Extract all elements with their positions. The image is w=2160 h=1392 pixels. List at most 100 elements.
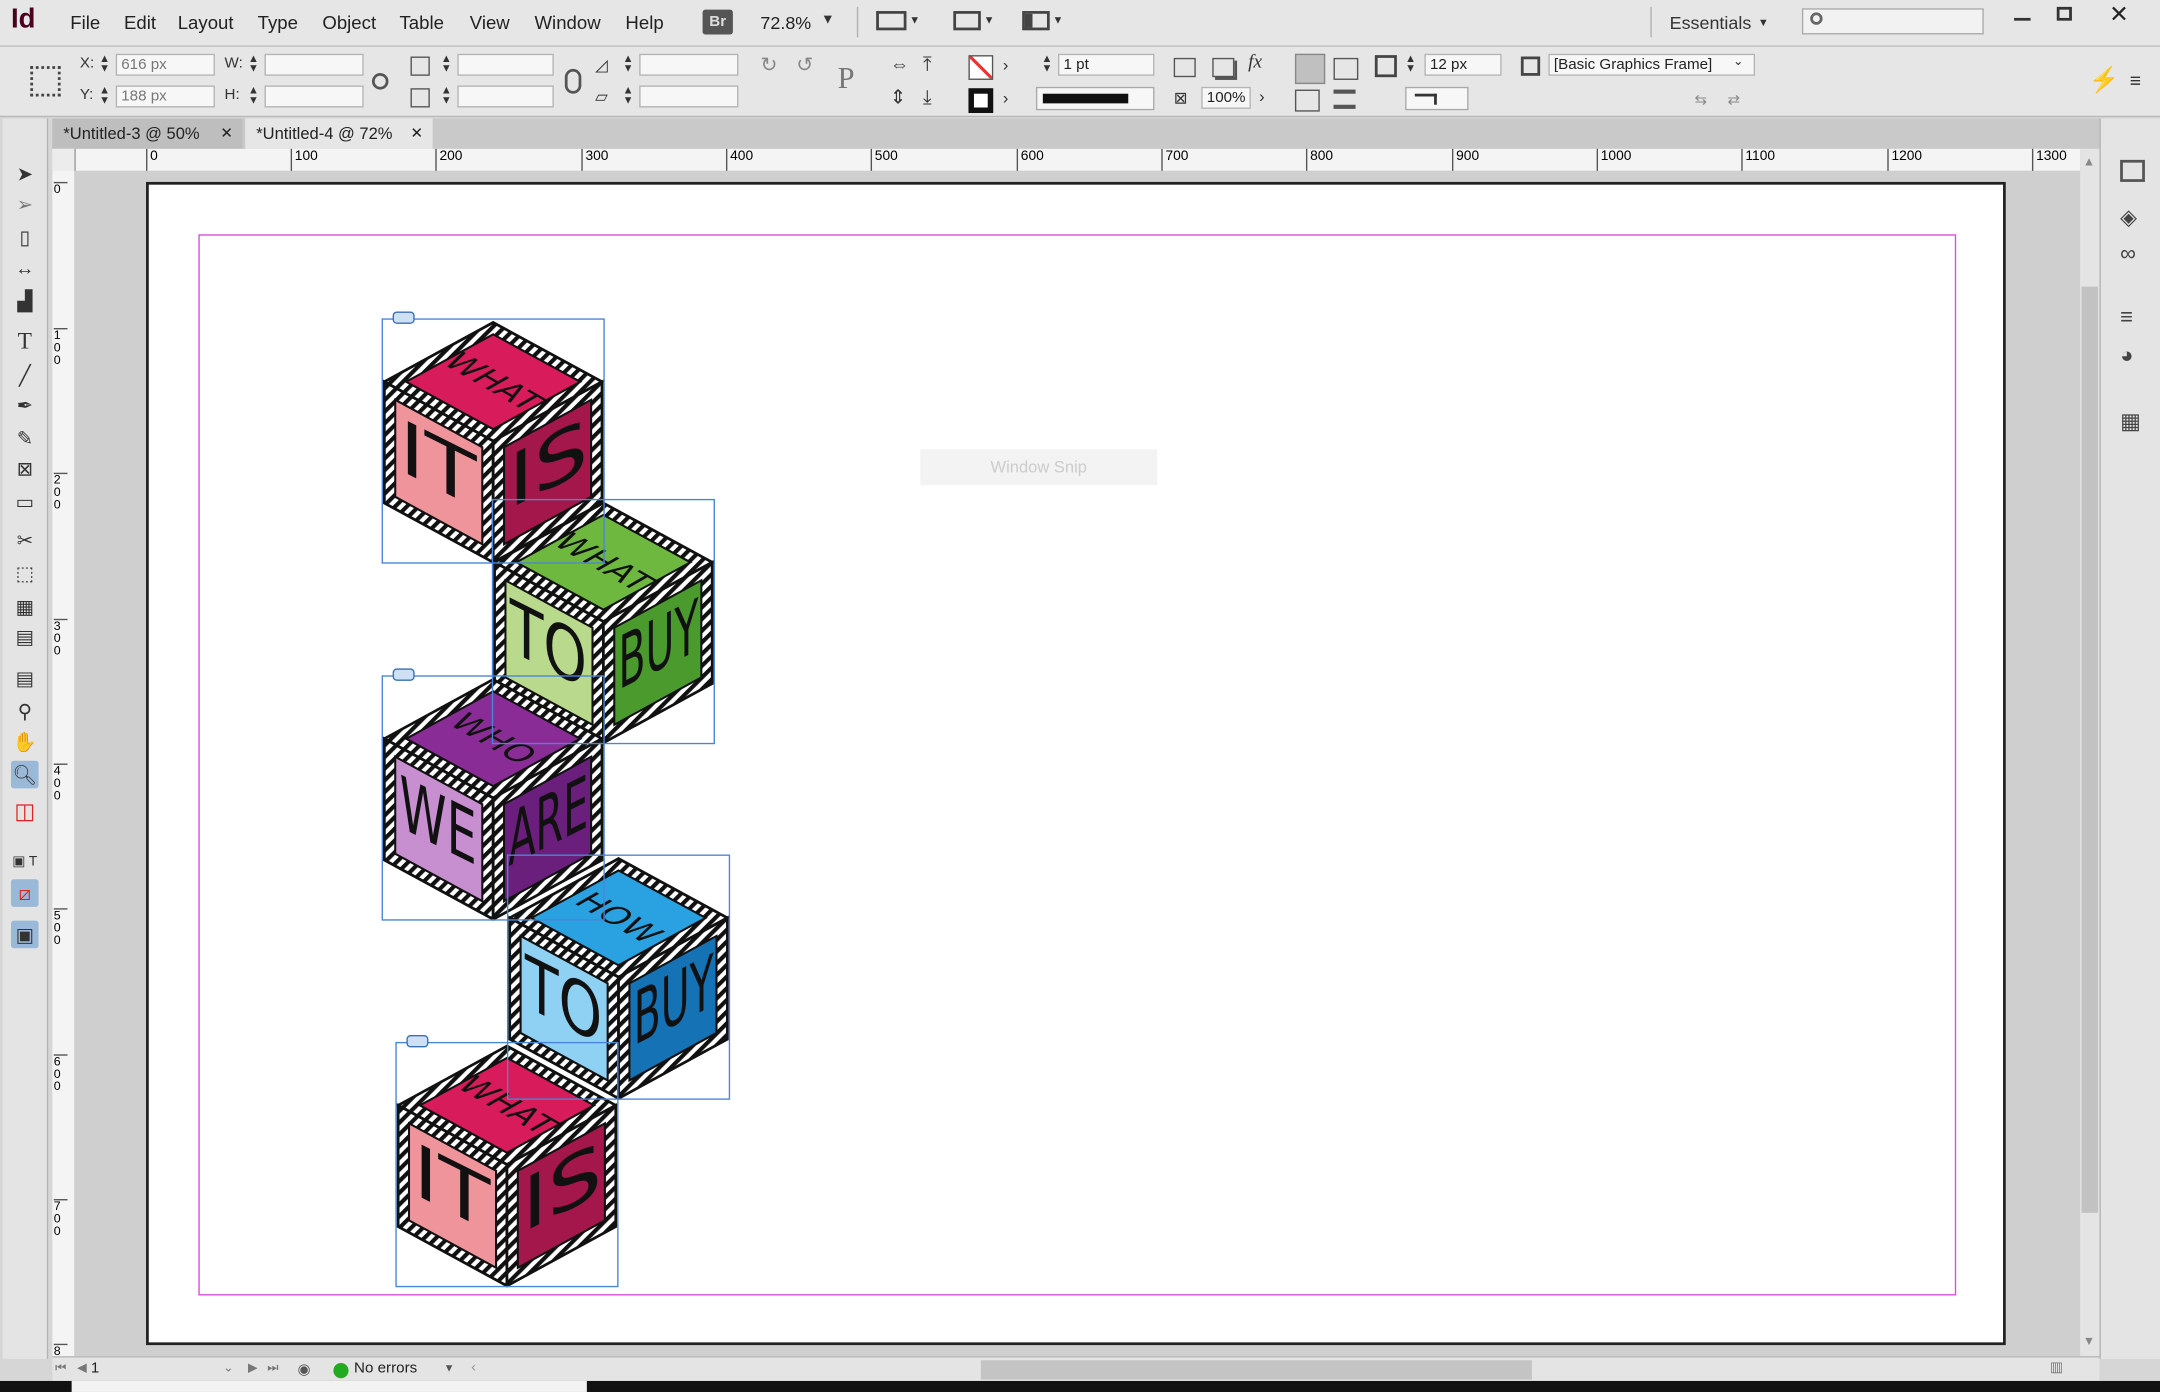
zoom-dropdown-icon[interactable]: ▼	[821, 12, 835, 27]
scroll-down-icon[interactable]: ▼	[2083, 1334, 2095, 1348]
first-page-icon[interactable]: ⏮	[55, 1360, 66, 1375]
rectangle-frame-tool-icon[interactable]: ⊠	[11, 455, 39, 483]
scissors-tool-icon[interactable]: ✂	[11, 526, 39, 554]
height-field[interactable]	[264, 85, 364, 108]
stroke-panel-icon[interactable]: ≡	[2120, 306, 2133, 331]
chevron-right-icon[interactable]: ›	[1003, 88, 1009, 107]
screen-mode-icon[interactable]	[953, 11, 981, 31]
zoom-tool-icon[interactable]: 🔍︎	[11, 760, 39, 789]
reference-point-icon[interactable]	[30, 66, 61, 97]
chevron-down-icon[interactable]: ▼	[909, 14, 920, 26]
page-number-field[interactable]: 1	[91, 1358, 237, 1380]
tab-untitled-4[interactable]: *Untitled-4 @ 72% ✕	[245, 118, 433, 149]
break-link-icon[interactable]: ⇄	[1728, 91, 1741, 109]
text-wrap-jump-icon[interactable]	[1333, 89, 1356, 109]
chevron-down-icon[interactable]: ▼	[984, 14, 995, 26]
quick-apply-icon[interactable]: ⚡	[2088, 66, 2119, 95]
chevron-down-icon[interactable]: ▼	[1758, 17, 1769, 29]
pasteboard[interactable]: Window Snip WHAT IT IS WHAT TO BUY WHO WE ARE …	[74, 170, 2081, 1357]
auto-fit-icon[interactable]	[1374, 55, 1397, 78]
width-field[interactable]	[264, 53, 364, 76]
menu-object[interactable]: Object	[322, 12, 376, 33]
stroke-type-select[interactable]	[1035, 86, 1155, 111]
panel-menu-icon[interactable]: ≡	[2130, 69, 2141, 91]
constrain-proportions-icon[interactable]	[371, 73, 389, 90]
restore-icon[interactable]	[2056, 6, 2072, 21]
eyedropper-tool-icon[interactable]: ⚲	[11, 697, 39, 725]
close-icon[interactable]: ✕	[411, 119, 424, 149]
selection-tool-icon[interactable]: ➤	[11, 160, 39, 188]
split-view-icon[interactable]: ▥	[2050, 1360, 2063, 1375]
menu-table[interactable]: Table	[400, 12, 444, 33]
stepper-icon[interactable]: ▲ ▼	[1041, 53, 1052, 74]
select-next-icon[interactable]: ⤓	[923, 85, 932, 108]
stepper-icon[interactable]: ▲ ▼	[441, 53, 452, 74]
chevron-down-icon[interactable]: ▼	[444, 1362, 455, 1374]
text-wrap-shape-icon[interactable]	[1294, 89, 1320, 112]
next-page-icon[interactable]: ▶	[248, 1360, 258, 1375]
pencil-tool-icon[interactable]: ✎	[11, 424, 39, 452]
y-position-field[interactable]: 188 px	[115, 85, 215, 108]
menu-window[interactable]: Window	[535, 12, 601, 33]
x-position-field[interactable]: 616 px	[115, 53, 215, 76]
menu-layout[interactable]: Layout	[178, 12, 234, 33]
rotate-ccw-icon[interactable]: ↺	[796, 52, 813, 77]
workspace-switcher[interactable]: Essentials	[1670, 12, 1752, 33]
menu-file[interactable]: File	[70, 12, 100, 33]
stroke-swatch[interactable]	[968, 88, 994, 114]
search-input[interactable]	[1801, 8, 1984, 35]
fill-stroke-icon[interactable]: ◫	[11, 799, 39, 827]
link-icon[interactable]	[392, 668, 415, 681]
link-icon[interactable]	[406, 1035, 429, 1048]
shadow-effect-icon[interactable]	[1212, 57, 1235, 78]
pen-tool-icon[interactable]: ✒	[11, 391, 39, 419]
scroll-left-icon[interactable]: ‹	[471, 1359, 476, 1376]
object-style-select[interactable]: [Basic Graphics Frame]	[1548, 53, 1756, 76]
stroke-weight-field[interactable]: 1 pt	[1057, 53, 1155, 76]
note-tool-icon[interactable]: ▤	[11, 664, 39, 692]
layers-panel-icon[interactable]: ◈	[2120, 204, 2137, 232]
horizontal-scroll-thumb[interactable]	[980, 1360, 1532, 1380]
chevron-right-icon[interactable]: ›	[1003, 55, 1009, 74]
preflight-status[interactable]: No errors	[354, 1360, 417, 1377]
direct-selection-tool-icon[interactable]: ➢	[11, 190, 39, 218]
stepper-icon[interactable]: ▲ ▼	[441, 85, 452, 106]
open-document-icon[interactable]: ◉	[298, 1360, 311, 1379]
scale-x-field[interactable]	[457, 53, 554, 76]
menu-type[interactable]: Type	[258, 12, 298, 33]
hand-tool-icon[interactable]: ✋	[11, 728, 39, 756]
fx-icon[interactable]: fx	[1248, 52, 1262, 74]
close-icon[interactable]: ✕	[2109, 1, 2129, 29]
fill-swatch[interactable]	[968, 55, 994, 80]
previous-page-icon[interactable]: ◀	[77, 1360, 87, 1375]
stepper-icon[interactable]: ▲ ▼	[623, 53, 634, 74]
rectangle-tool-icon[interactable]: ▭	[11, 488, 39, 516]
text-wrap-bbox-icon[interactable]	[1333, 57, 1359, 80]
rotation-field[interactable]	[639, 53, 739, 76]
arrange-documents-icon[interactable]	[1022, 11, 1050, 31]
minimize-icon[interactable]	[2014, 17, 2031, 21]
formatting-affects-icon[interactable]: ▣ T	[11, 849, 39, 877]
text-wrap-none-icon[interactable]	[1294, 53, 1326, 85]
select-container-icon[interactable]: ⤒	[923, 52, 932, 75]
stepper-icon[interactable]: ▲ ▼	[1405, 53, 1416, 74]
apply-none-icon[interactable]: ⧄	[11, 879, 39, 907]
corner-shape-select[interactable]	[1405, 86, 1469, 111]
page-tool-icon[interactable]: ▯	[11, 223, 39, 251]
gap-tool-icon[interactable]: ↔	[11, 254, 39, 282]
stepper-icon[interactable]: ▲ ▼	[248, 85, 259, 106]
taskbar-item[interactable]	[71, 1380, 587, 1392]
color-panel-icon[interactable]: ◕	[2120, 345, 2133, 370]
link-icon[interactable]	[392, 311, 415, 324]
shear-field[interactable]	[639, 85, 739, 108]
chevron-right-icon[interactable]: ›	[1259, 87, 1265, 106]
select-content-icon[interactable]: P	[838, 61, 855, 97]
line-tool-icon[interactable]: ╱	[11, 361, 39, 389]
menu-help[interactable]: Help	[625, 12, 663, 33]
view-options-icon[interactable]	[876, 11, 907, 31]
swatches-panel-icon[interactable]: ▦	[2120, 408, 2141, 436]
vertical-scrollbar[interactable]: ▲ ▼	[2080, 148, 2100, 1357]
bridge-button[interactable]: Br	[702, 9, 733, 35]
clear-overrides-icon[interactable]: ⇆	[1694, 91, 1707, 109]
content-collector-icon[interactable]: ▟	[11, 287, 39, 315]
